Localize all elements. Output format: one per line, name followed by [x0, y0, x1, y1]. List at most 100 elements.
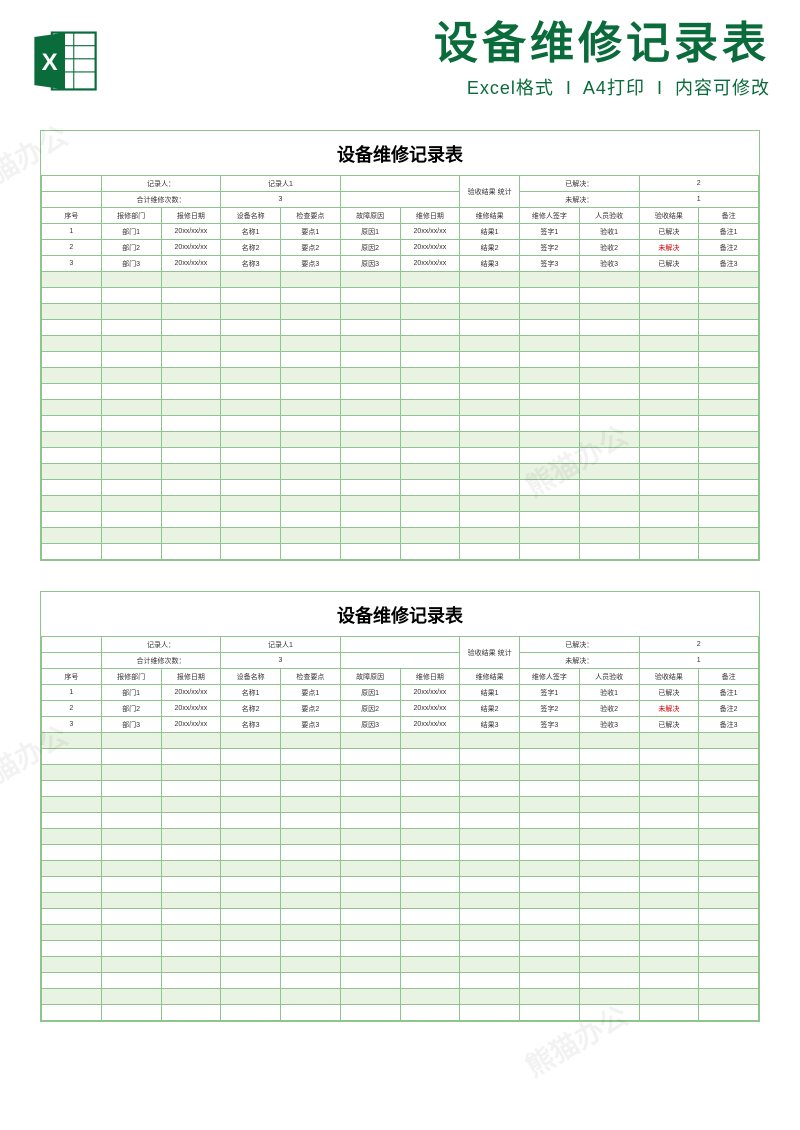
- data-cell: 备注2: [699, 240, 759, 256]
- column-header: 维修结果: [460, 669, 520, 685]
- empty-cell: [221, 957, 281, 973]
- empty-cell: [42, 797, 102, 813]
- table-row: [42, 765, 759, 781]
- empty-cell: [460, 384, 520, 400]
- empty-cell: [101, 320, 161, 336]
- empty-cell: [221, 304, 281, 320]
- empty-cell: [101, 1005, 161, 1021]
- empty-cell: [281, 272, 341, 288]
- empty-cell: [460, 925, 520, 941]
- empty-cell: [699, 528, 759, 544]
- empty-cell: [639, 512, 699, 528]
- empty-cell: [101, 925, 161, 941]
- empty-cell: [400, 877, 460, 893]
- empty-cell: [161, 512, 221, 528]
- total-label: 合计维修次数：: [101, 192, 221, 208]
- empty-cell: [460, 320, 520, 336]
- empty-cell: [340, 909, 400, 925]
- empty-cell: [460, 845, 520, 861]
- empty-cell: [42, 829, 102, 845]
- total-value: 3: [221, 192, 341, 208]
- empty-cell: [639, 352, 699, 368]
- column-header: 序号: [42, 669, 102, 685]
- empty-cell: [520, 544, 580, 560]
- empty-cell: [161, 400, 221, 416]
- empty-cell: [340, 512, 400, 528]
- empty-cell: [281, 781, 341, 797]
- empty-cell: [161, 368, 221, 384]
- empty-cell: [400, 272, 460, 288]
- column-header: 备注: [699, 669, 759, 685]
- data-cell: 20xx/xx/xx: [400, 224, 460, 240]
- empty-cell: [639, 797, 699, 813]
- empty-cell: [400, 544, 460, 560]
- empty-cell: [101, 797, 161, 813]
- empty-cell: [639, 320, 699, 336]
- empty-cell: [520, 368, 580, 384]
- empty-cell: [699, 877, 759, 893]
- empty-cell: [42, 480, 102, 496]
- data-cell: 签字1: [520, 685, 580, 701]
- table-row: 1部门120xx/xx/xx名称1要点1原因120xx/xx/xx结果1签字1验…: [42, 685, 759, 701]
- empty-cell: [520, 352, 580, 368]
- solved-label: 已解决：: [520, 176, 640, 192]
- empty-cell: [281, 861, 341, 877]
- table-row: 3部门320xx/xx/xx名称3要点3原因320xx/xx/xx结果3签字3验…: [42, 256, 759, 272]
- empty-cell: [42, 416, 102, 432]
- empty-cell: [340, 765, 400, 781]
- solved-value: 2: [639, 637, 759, 653]
- empty-cell: [699, 320, 759, 336]
- empty-cell: [579, 336, 639, 352]
- empty-cell: [101, 781, 161, 797]
- empty-cell: [699, 733, 759, 749]
- empty-cell: [340, 448, 400, 464]
- empty-cell: [639, 304, 699, 320]
- data-cell: 20xx/xx/xx: [400, 256, 460, 272]
- data-cell: 签字1: [520, 224, 580, 240]
- empty-cell: [460, 861, 520, 877]
- empty-cell: [400, 384, 460, 400]
- column-header: 设备名称: [221, 208, 281, 224]
- empty-cell: [579, 400, 639, 416]
- empty-cell: [400, 464, 460, 480]
- data-cell: 20xx/xx/xx: [161, 224, 221, 240]
- empty-cell: [460, 829, 520, 845]
- empty-cell: [699, 272, 759, 288]
- empty-cell: [281, 765, 341, 781]
- data-cell: 名称1: [221, 685, 281, 701]
- empty-cell: [221, 861, 281, 877]
- table-row: [42, 416, 759, 432]
- empty-cell: [161, 528, 221, 544]
- empty-cell: [221, 416, 281, 432]
- empty-cell: [579, 909, 639, 925]
- empty-cell: [161, 320, 221, 336]
- data-cell: 原因1: [340, 224, 400, 240]
- empty-cell: [340, 797, 400, 813]
- empty-cell: [579, 765, 639, 781]
- empty-cell: [101, 384, 161, 400]
- empty-cell: [579, 973, 639, 989]
- empty-cell: [460, 973, 520, 989]
- empty-cell: [400, 749, 460, 765]
- subtitle-part: Excel格式: [467, 78, 554, 98]
- empty-cell: [281, 544, 341, 560]
- table-row: [42, 973, 759, 989]
- empty-cell: [460, 336, 520, 352]
- empty-cell: [520, 416, 580, 432]
- table-row: [42, 749, 759, 765]
- empty-cell: [579, 941, 639, 957]
- data-cell: 结果3: [460, 717, 520, 733]
- column-header: 维修结果: [460, 208, 520, 224]
- table-row: [42, 877, 759, 893]
- empty-cell: [639, 781, 699, 797]
- empty-cell: [101, 528, 161, 544]
- empty-cell: [579, 352, 639, 368]
- table-row: [42, 813, 759, 829]
- empty-cell: [221, 368, 281, 384]
- empty-cell: [520, 973, 580, 989]
- empty-cell: [161, 797, 221, 813]
- empty-cell: [161, 909, 221, 925]
- empty-cell: [161, 733, 221, 749]
- empty-cell: [460, 464, 520, 480]
- table-row: [42, 336, 759, 352]
